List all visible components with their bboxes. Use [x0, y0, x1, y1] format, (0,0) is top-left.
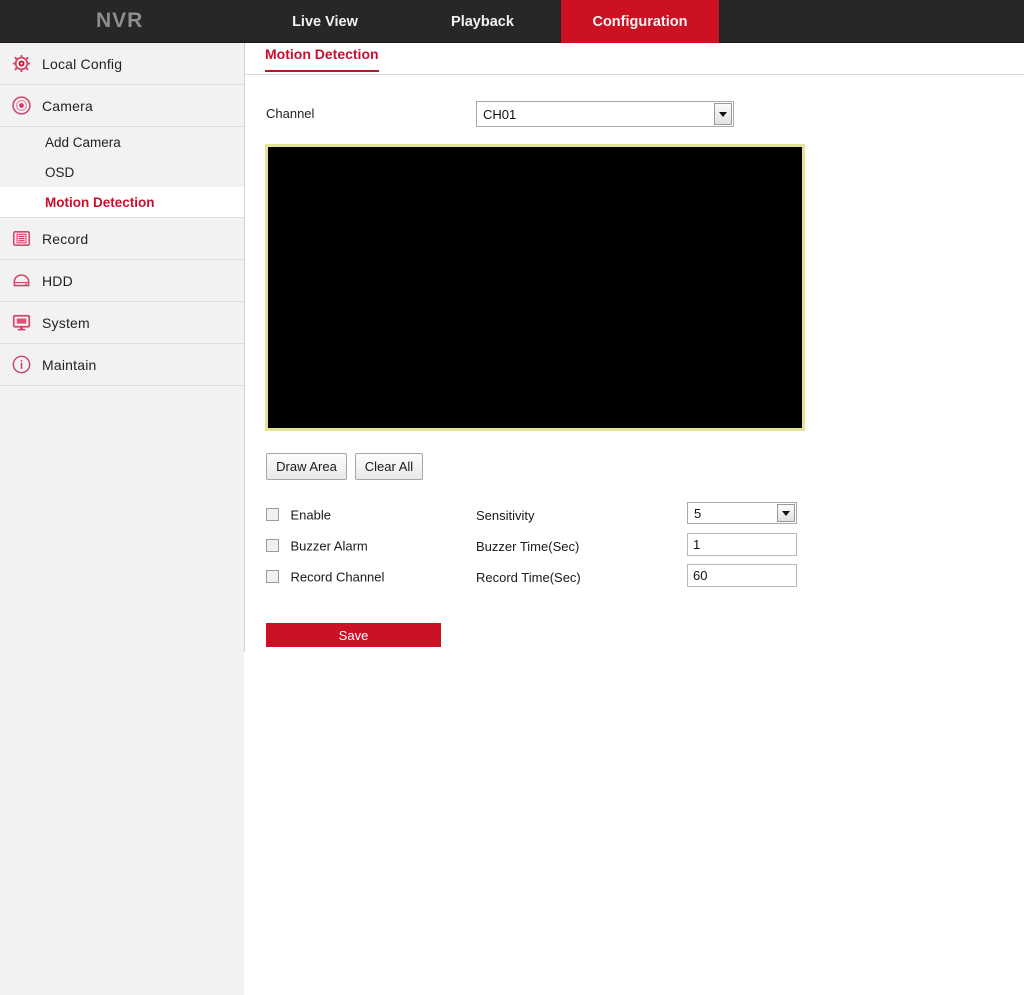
enable-label: Enable	[290, 507, 331, 523]
info-circle-icon	[0, 355, 42, 374]
sidebar-item-label: Local Config	[42, 55, 123, 72]
hdd-icon	[0, 271, 42, 290]
chevron-down-icon[interactable]	[777, 504, 795, 522]
sidebar-item-hdd[interactable]: HDD	[0, 260, 244, 302]
record-time-input[interactable]: 60	[687, 564, 797, 587]
enable-checkbox[interactable]	[266, 508, 279, 522]
channel-label: Channel	[266, 106, 315, 121]
content-area: Motion Detection Channel CH01 Draw Area …	[245, 43, 1024, 652]
buzzer-time-label: Buzzer Time(Sec)	[476, 539, 580, 554]
channel-select[interactable]: CH01	[476, 101, 734, 127]
sidebar-subitem-add-camera[interactable]: Add Camera	[0, 127, 244, 157]
clear-all-button[interactable]: Clear All	[355, 453, 423, 480]
sidebar: Local Config Camera Add Camera OSD Motio…	[0, 43, 245, 995]
chevron-down-icon[interactable]	[714, 103, 732, 125]
tab-motion-detection[interactable]: Motion Detection	[265, 46, 379, 72]
sidebar-item-camera[interactable]: Camera	[0, 85, 244, 127]
nav-tab-playback[interactable]: Playback	[425, 0, 540, 43]
sidebar-item-label: Record	[42, 230, 89, 247]
channel-select-value: CH01	[483, 106, 517, 122]
sensitivity-label: Sensitivity	[476, 508, 535, 523]
buzzer-time-input[interactable]: 1	[687, 533, 797, 556]
camera-submenu: Add Camera OSD Motion Detection	[0, 127, 244, 218]
option-row-buzzer-alarm: Buzzer Alarm	[266, 537, 368, 557]
record-time-label: Record Time(Sec)	[476, 570, 581, 585]
buzzer-alarm-label: Buzzer Alarm	[290, 538, 368, 554]
record-icon	[0, 229, 42, 248]
buzzer-alarm-checkbox[interactable]	[266, 539, 279, 553]
sensitivity-value: 5	[694, 505, 702, 521]
sidebar-subitem-osd[interactable]: OSD	[0, 157, 244, 187]
sidebar-item-local-config[interactable]: Local Config	[0, 43, 244, 85]
sensitivity-select[interactable]: 5	[687, 502, 797, 524]
sidebar-item-system[interactable]: System	[0, 302, 244, 344]
sidebar-subitem-motion-detection[interactable]: Motion Detection	[0, 187, 244, 217]
top-navigation-bar: NVR Live View Playback Configuration	[0, 0, 1024, 43]
record-channel-label: Record Channel	[290, 569, 385, 585]
sidebar-item-label: Maintain	[42, 356, 97, 373]
camera-lens-icon	[0, 96, 42, 115]
option-row-record-channel: Record Channel	[266, 568, 384, 588]
sidebar-item-record[interactable]: Record	[0, 218, 244, 260]
page-tab-bar: Motion Detection	[245, 43, 1024, 75]
option-row-enable: Enable	[266, 506, 331, 526]
app-brand-title: NVR	[96, 9, 144, 32]
draw-area-button[interactable]: Draw Area	[266, 453, 347, 480]
channel-row: Channel CH01	[245, 101, 1024, 129]
nav-tab-live-view[interactable]: Live View	[265, 0, 385, 43]
gear-icon	[0, 54, 42, 73]
motion-detection-preview[interactable]	[265, 144, 805, 431]
monitor-icon	[0, 313, 42, 332]
sidebar-item-label: Camera	[42, 97, 93, 114]
sidebar-item-label: HDD	[42, 272, 73, 289]
sidebar-item-maintain[interactable]: Maintain	[0, 344, 244, 386]
save-button[interactable]: Save	[266, 623, 441, 647]
record-channel-checkbox[interactable]	[266, 570, 279, 584]
sidebar-item-label: System	[42, 314, 90, 331]
nav-tab-configuration[interactable]: Configuration	[561, 0, 719, 43]
sidebar-empty-area	[0, 386, 244, 995]
